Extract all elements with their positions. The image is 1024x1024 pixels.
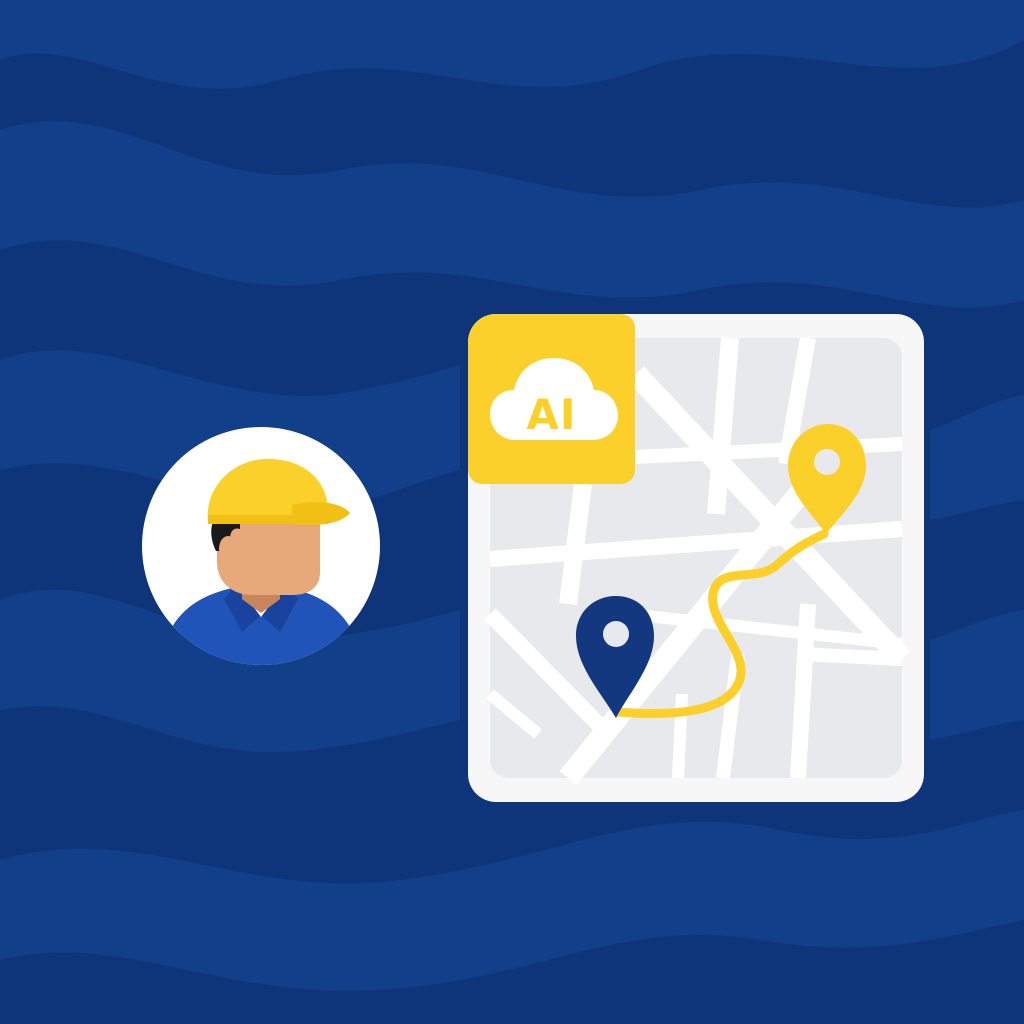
worker-avatar xyxy=(142,427,380,665)
ai-badge: AI xyxy=(468,314,635,484)
ai-badge-label: AI xyxy=(526,390,577,439)
worker-avatar-icon xyxy=(172,458,350,665)
